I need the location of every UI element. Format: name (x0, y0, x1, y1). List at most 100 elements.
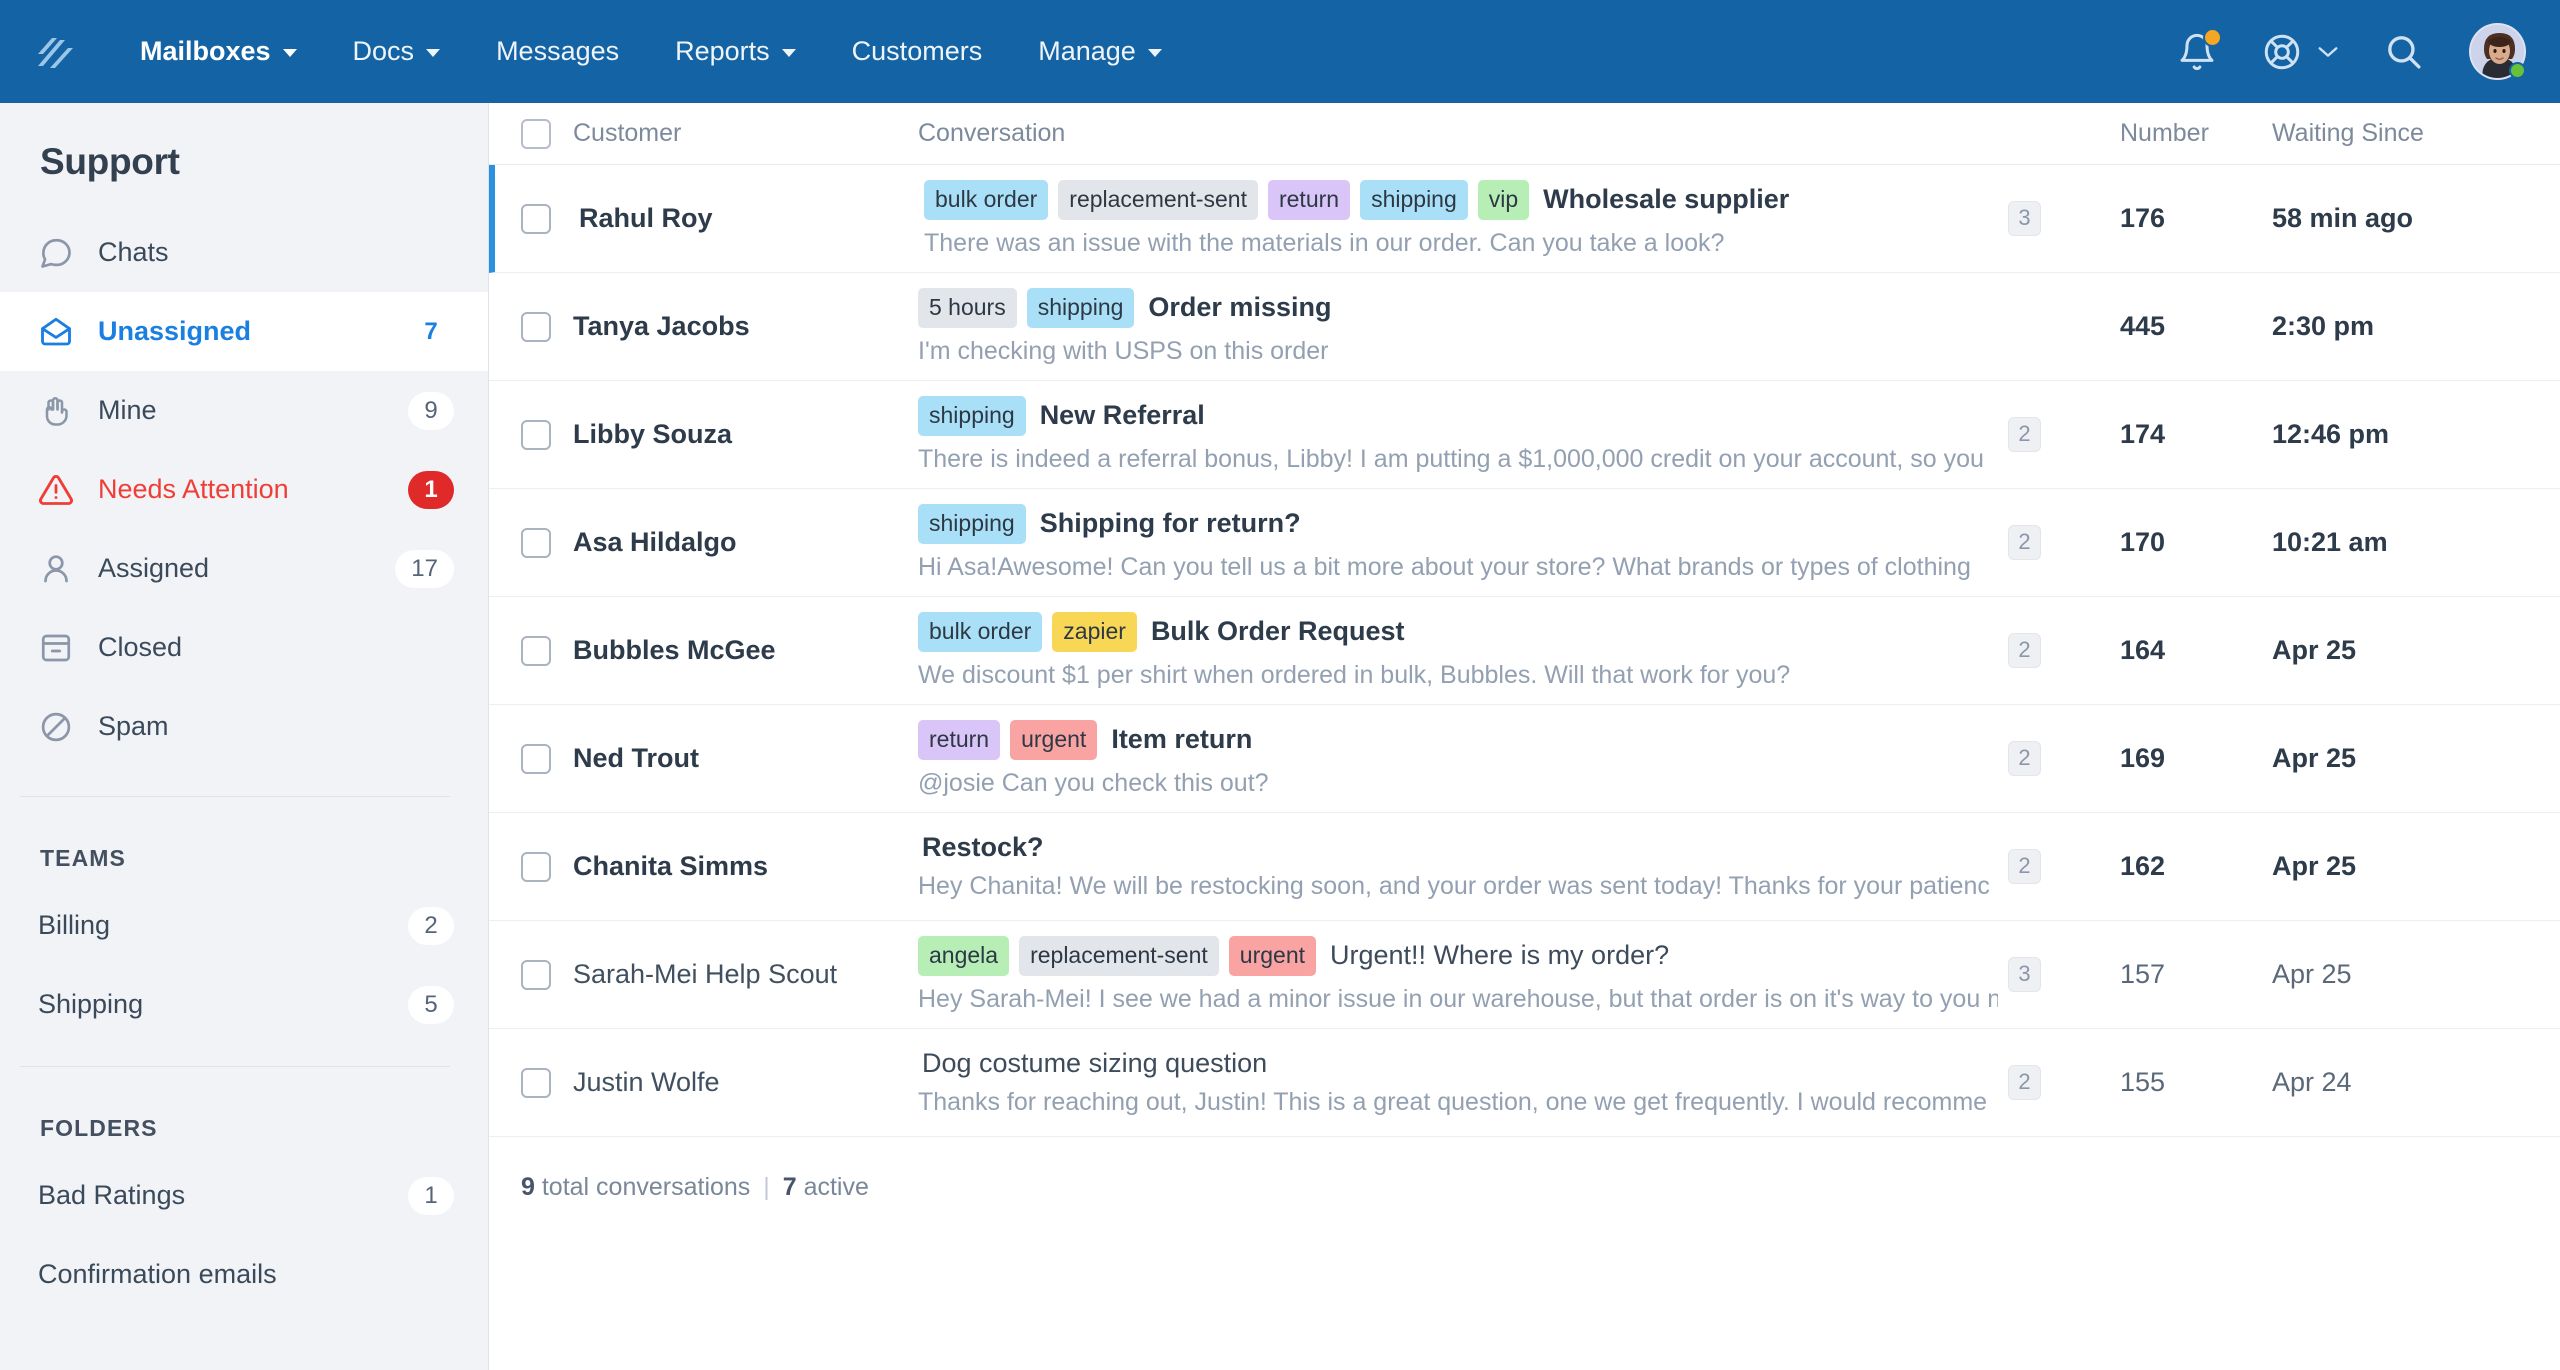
table-row[interactable]: Tanya Jacobs 5 hours shipping Order missing… (489, 273, 2560, 381)
conversation-subject: Wholesale supplier (1543, 184, 1790, 214)
table-body: Rahul Roy bulk order replacement-sent retur… (489, 165, 2560, 1137)
table-row[interactable]: Justin Wolfe Dog costume sizing question T… (489, 1029, 2560, 1137)
conversation-preview: We discount $1 per shirt when ordered in… (918, 660, 1791, 689)
row-checkbox[interactable] (521, 635, 551, 666)
header-customer[interactable]: Customer (573, 119, 918, 148)
tag-chip[interactable]: angela (918, 935, 1010, 976)
tag-chip[interactable]: replacement-sent (1058, 179, 1258, 220)
sidebar-item-spam-label: Spam (98, 711, 169, 741)
table-row[interactable]: Asa Hildalgo shipping Shipping for return?… (489, 489, 2560, 597)
nav-item-messages[interactable]: Messages (468, 26, 647, 77)
row-checkbox[interactable] (521, 1067, 551, 1098)
user-menu-button[interactable] (2469, 23, 2526, 80)
no-entry-icon (41, 712, 71, 741)
nav-item-manage[interactable]: Manage (1010, 26, 1190, 77)
row-select-cell (489, 851, 573, 882)
waiting-since-cell: 10:21 am (2270, 527, 2560, 558)
sidebar-item-bad-ratings-count: 1 (408, 1176, 454, 1215)
nav-item-docs[interactable]: Docs (325, 26, 469, 77)
customer-cell: Bubbles McGee (573, 633, 918, 668)
sidebar-item-spam[interactable]: Spam (0, 687, 488, 766)
row-checkbox[interactable] (521, 959, 551, 990)
sidebar-item-shipping[interactable]: Shipping 5 (0, 965, 488, 1044)
sidebar-item-assigned[interactable]: Assigned 17 (0, 529, 488, 608)
row-checkbox[interactable] (521, 743, 551, 774)
conversation-number: 162 (2120, 851, 2166, 881)
table-row[interactable]: Chanita Simms Restock? Hey Chanita! We wil… (489, 813, 2560, 921)
row-checkbox[interactable] (521, 851, 551, 882)
sidebar-item-chats[interactable]: Chats (0, 213, 488, 292)
waiting-since-cell: 12:46 pm (2270, 419, 2560, 450)
sidebar-item-unassigned-label: Unassigned (98, 316, 252, 346)
header-number[interactable]: Number (2120, 119, 2270, 148)
row-checkbox[interactable] (521, 203, 551, 234)
warning-triangle-icon (39, 474, 73, 505)
tag-chip[interactable]: shipping (918, 503, 1026, 544)
nav-item-reports[interactable]: Reports (647, 26, 824, 77)
conversation-subject: Shipping for return? (1039, 508, 1301, 538)
customer-name: Tanya Jacobs (573, 311, 750, 342)
tag-chip[interactable]: shipping (1026, 287, 1135, 328)
tag-chip[interactable]: 5 hours (918, 287, 1017, 328)
table-header-row: Customer Conversation Number Waiting Sin… (489, 103, 2560, 165)
tag-chip[interactable]: zapier (1052, 611, 1137, 652)
sidebar-item-needs-attention[interactable]: Needs Attention 1 (0, 450, 488, 529)
sidebar-item-bad-ratings[interactable]: Bad Ratings 1 (0, 1156, 488, 1235)
top-navigation-bar: Mailboxes Docs Messages Reports Customer… (0, 0, 2560, 103)
sidebar-item-unassigned[interactable]: Unassigned 7 (0, 292, 488, 371)
table-row[interactable]: Libby Souza shipping New Referral There is … (489, 381, 2560, 489)
search-button[interactable] (2383, 31, 2425, 73)
conversation-cell: bulk order replacement-sent return shipping… (924, 179, 2008, 258)
header-conversation[interactable]: Conversation (918, 119, 2008, 148)
waiting-since-value: Apr 25 (2272, 635, 2357, 665)
table-row[interactable]: Sarah-Mei Help Scout angela replacement-se… (489, 921, 2560, 1029)
sidebar-item-closed[interactable]: Closed (0, 608, 488, 687)
header-waiting-since[interactable]: Waiting Since (2270, 119, 2560, 148)
conversation-preview: Hi Asa!Awesome! Can you tell us a bit mo… (918, 552, 1971, 581)
sidebar-item-billing[interactable]: Billing 2 (0, 886, 488, 965)
conversation-number-cell: 155 (2120, 1067, 2270, 1098)
nav-item-mailboxes[interactable]: Mailboxes (112, 26, 325, 77)
help-menu-button[interactable] (2261, 31, 2339, 73)
sidebar-section-teams: TEAMS (40, 845, 126, 871)
footer-total-label: total conversations (541, 1173, 751, 1201)
nav-item-manage-label: Manage (1038, 36, 1136, 66)
customer-cell: Ned Trout (573, 741, 918, 776)
tag-chip[interactable]: shipping (918, 395, 1026, 436)
tag-chip[interactable]: bulk order (924, 179, 1049, 220)
nav-item-customers[interactable]: Customers (824, 26, 1011, 77)
conversation-number-cell: 170 (2120, 527, 2270, 558)
tag-chip[interactable]: bulk order (918, 611, 1043, 652)
row-checkbox[interactable] (521, 311, 551, 342)
table-row[interactable]: Bubbles McGee bulk order zapier Bulk Order … (489, 597, 2560, 705)
tag-chip[interactable]: replacement-sent (1019, 935, 1219, 976)
table-row[interactable]: Ned Trout return urgent Item return @josie C… (489, 705, 2560, 813)
sidebar-item-mine[interactable]: Mine 9 (0, 371, 488, 450)
row-select-cell (495, 203, 579, 234)
tag-chip[interactable]: shipping (1360, 179, 1468, 220)
nav-item-customers-label: Customers (851, 36, 983, 66)
tag-chip[interactable]: urgent (1010, 719, 1098, 760)
conversation-cell: return urgent Item return @josie Can you ch… (918, 719, 2008, 798)
sidebar-item-confirmation-emails[interactable]: Confirmation emails (0, 1235, 488, 1314)
conversation-number-cell: 157 (2120, 959, 2270, 990)
row-checkbox[interactable] (521, 527, 551, 558)
tag-chip[interactable]: return (1267, 179, 1351, 220)
thread-count-badge: 2 (2008, 849, 2041, 884)
open-envelope-icon (41, 317, 71, 345)
archive-icon (41, 634, 71, 661)
thread-count-cell: 2 (2008, 633, 2120, 668)
table-row[interactable]: Rahul Roy bulk order replacement-sent retur… (489, 165, 2560, 273)
notifications-button[interactable] (2177, 27, 2222, 73)
sidebar-item-closed-label: Closed (98, 632, 183, 662)
tag-chip[interactable]: vip (1477, 179, 1530, 220)
waiting-since-value: Apr 25 (2272, 743, 2357, 773)
select-all-checkbox[interactable] (521, 118, 551, 149)
tag-chip[interactable]: return (918, 719, 1001, 760)
tag-chip[interactable]: urgent (1228, 935, 1316, 976)
conversation-preview: Thanks for reaching out, Justin! This is… (918, 1088, 1988, 1116)
help-scout-logo[interactable] (30, 28, 78, 76)
row-checkbox[interactable] (521, 419, 551, 450)
thread-count-cell: 2 (2008, 849, 2120, 884)
chevron-down-icon (426, 49, 441, 57)
